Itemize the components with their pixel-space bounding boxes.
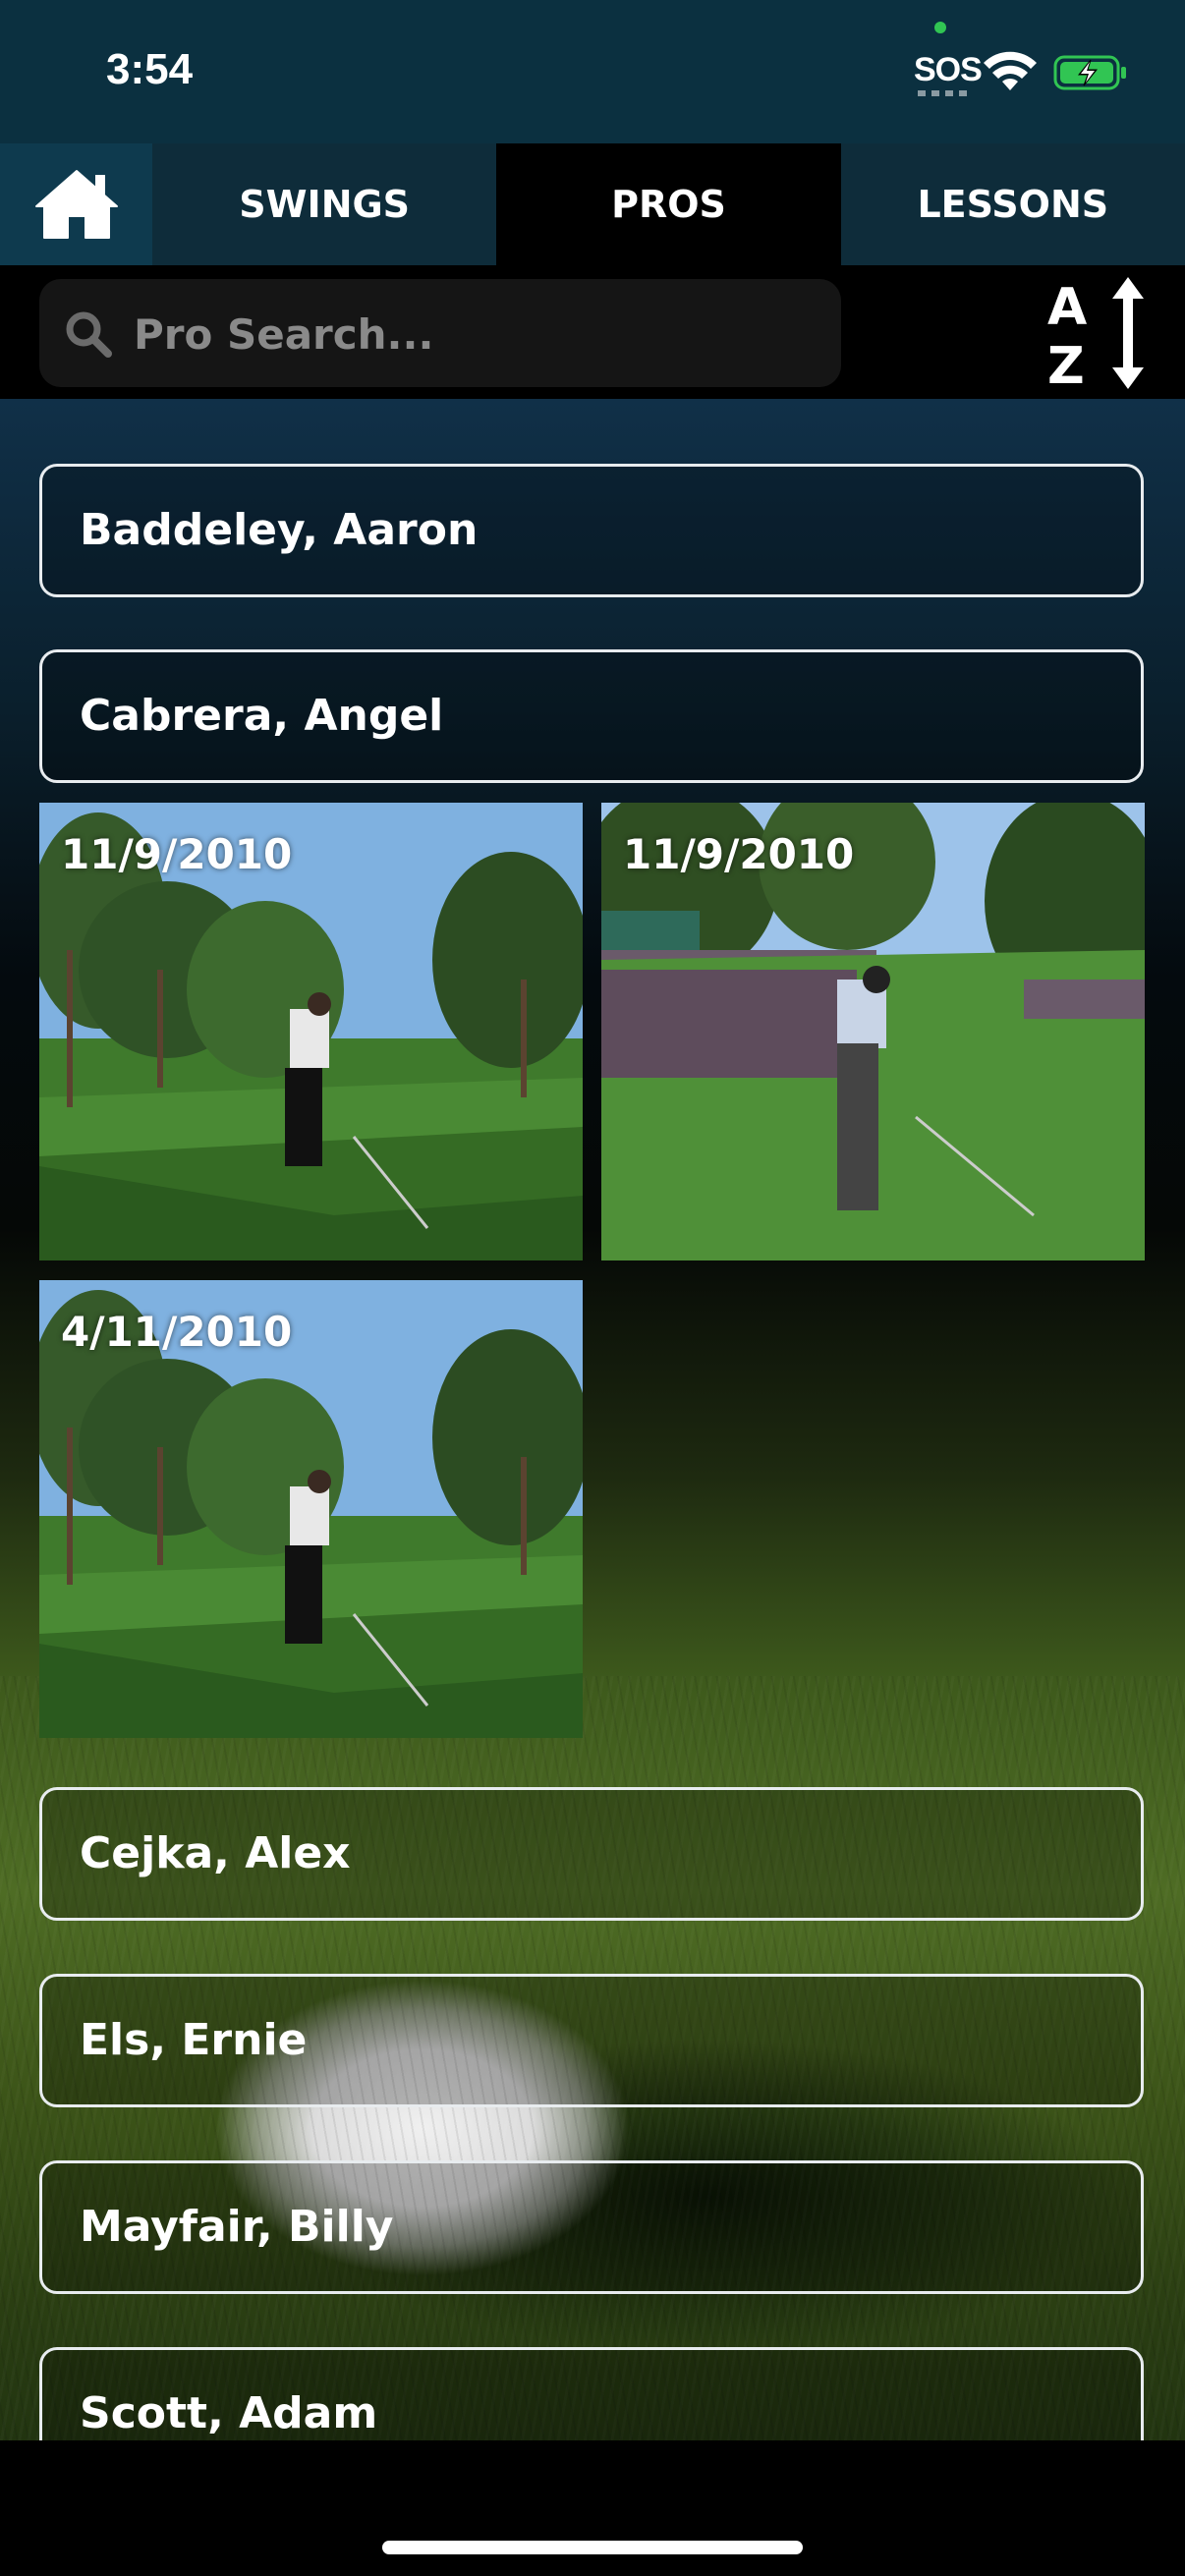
tab-swings[interactable]: SWINGS (152, 143, 497, 265)
pro-name: Cejka, Alex (80, 1828, 351, 1878)
app-screen: 3:54 SOS SWINGS PROS LESSONS Pro Search.… (0, 0, 1185, 2576)
pro-row-mayfair[interactable]: Mayfair, Billy (39, 2160, 1144, 2294)
pro-row-els[interactable]: Els, Ernie (39, 1974, 1144, 2107)
swing-thumbnail[interactable]: 11/9/2010 (39, 803, 583, 1260)
pro-row-cejka[interactable]: Cejka, Alex (39, 1787, 1144, 1921)
swing-date: 11/9/2010 (61, 830, 293, 878)
camera-indicator-icon (934, 22, 946, 33)
list-bottom-edge (0, 2440, 1185, 2472)
search-bar-row (0, 265, 1185, 399)
swing-date: 4/11/2010 (61, 1308, 293, 1356)
pro-name: Mayfair, Billy (80, 2202, 394, 2252)
search-box (39, 279, 841, 389)
sos-indicator: SOS (914, 51, 983, 88)
svg-text:Z: Z (1047, 337, 1085, 391)
pro-name: Cabrera, Angel (80, 691, 444, 741)
sort-a-z-icon[interactable]: A Z (1045, 275, 1154, 391)
pro-row-cabrera[interactable]: Cabrera, Angel (39, 649, 1144, 783)
pro-row-baddeley[interactable]: Baddeley, Aaron (39, 464, 1144, 597)
wifi-icon (984, 51, 1037, 90)
tab-pros[interactable]: PROS (496, 143, 841, 265)
swing-thumbnail[interactable]: 4/11/2010 (39, 1280, 583, 1738)
status-time: 3:54 (106, 45, 194, 93)
home-icon (34, 170, 118, 239)
pro-search-input[interactable] (132, 279, 823, 389)
swing-thumbnail[interactable]: 11/9/2010 (601, 803, 1145, 1260)
tab-lessons[interactable]: LESSONS (840, 143, 1185, 265)
status-bar: 3:54 SOS (0, 0, 1185, 143)
home-button[interactable] (0, 143, 152, 265)
swing-date: 11/9/2010 (623, 830, 855, 878)
home-indicator-area (0, 2472, 1185, 2576)
signal-dots-icon (918, 90, 967, 96)
svg-text:A: A (1047, 278, 1087, 337)
pros-list: Baddeley, Aaron Cabrera, Angel 11/9/2010… (0, 399, 1185, 2472)
pro-name: Els, Ernie (80, 2015, 308, 2065)
pro-name: Baddeley, Aaron (80, 505, 479, 555)
main-tab-bar: SWINGS PROS LESSONS (0, 143, 1185, 265)
search-icon (66, 311, 112, 358)
home-indicator[interactable] (382, 2541, 803, 2554)
battery-charging-icon (1053, 55, 1126, 90)
